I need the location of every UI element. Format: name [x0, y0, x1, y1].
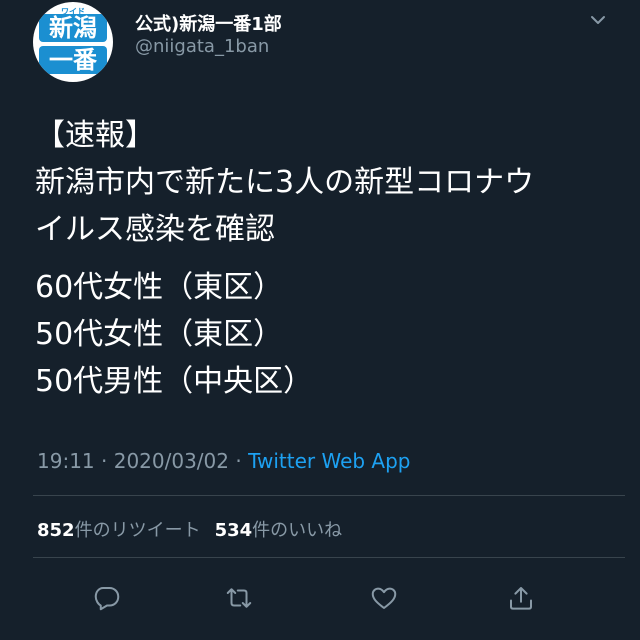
divider — [33, 495, 625, 496]
retweet-count: 852 — [37, 520, 75, 541]
retweet-count-link[interactable]: 852件のリツイート — [37, 520, 201, 541]
display-name[interactable]: 公式)新潟一番1部 — [135, 10, 282, 36]
tweet-line: 【速報】 — [35, 118, 155, 153]
meta-separator: · — [235, 449, 242, 473]
tweet-date[interactable]: 2020/03/02 — [114, 449, 229, 473]
tweet-meta: 19:11 · 2020/03/02 · Twitter Web App — [37, 449, 411, 473]
tweet-line: 50代男性（中央区） — [35, 364, 314, 399]
tweet-text: 【速報】 新潟市内で新たに3人の新型コロナウ イルス感染を確認 60代女性（東区… — [35, 112, 615, 405]
reply-icon[interactable] — [89, 580, 125, 616]
tweet-line: 新潟市内で新たに3人の新型コロナウ — [35, 165, 535, 200]
tweet-line: 50代女性（東区） — [35, 317, 284, 352]
retweet-label: 件のリツイート — [74, 520, 201, 541]
like-count: 534 — [214, 520, 253, 541]
divider — [33, 557, 625, 558]
share-icon[interactable] — [503, 580, 539, 616]
like-icon[interactable] — [366, 580, 402, 616]
avatar-text-top: 新潟 — [39, 14, 107, 42]
tweet-source-link[interactable]: Twitter Web App — [248, 449, 410, 473]
like-count-link[interactable]: 534件のいいね — [215, 520, 343, 541]
tweet-time[interactable]: 19:11 — [37, 449, 95, 473]
retweet-icon[interactable] — [221, 580, 257, 616]
chevron-down-icon[interactable] — [588, 10, 608, 30]
meta-separator: · — [101, 449, 108, 473]
tweet-line: 60代女性（東区） — [35, 270, 284, 305]
tweet-stats: 852件のリツイート 534件のいいね — [37, 516, 342, 542]
tweet-line: イルス感染を確認 — [35, 212, 275, 247]
like-label: 件のいいね — [252, 520, 343, 541]
avatar[interactable]: ワイド 新潟 一番 — [33, 2, 113, 82]
avatar-text-bottom: 一番 — [39, 46, 107, 74]
user-handle[interactable]: @niigata_1ban — [135, 36, 269, 57]
